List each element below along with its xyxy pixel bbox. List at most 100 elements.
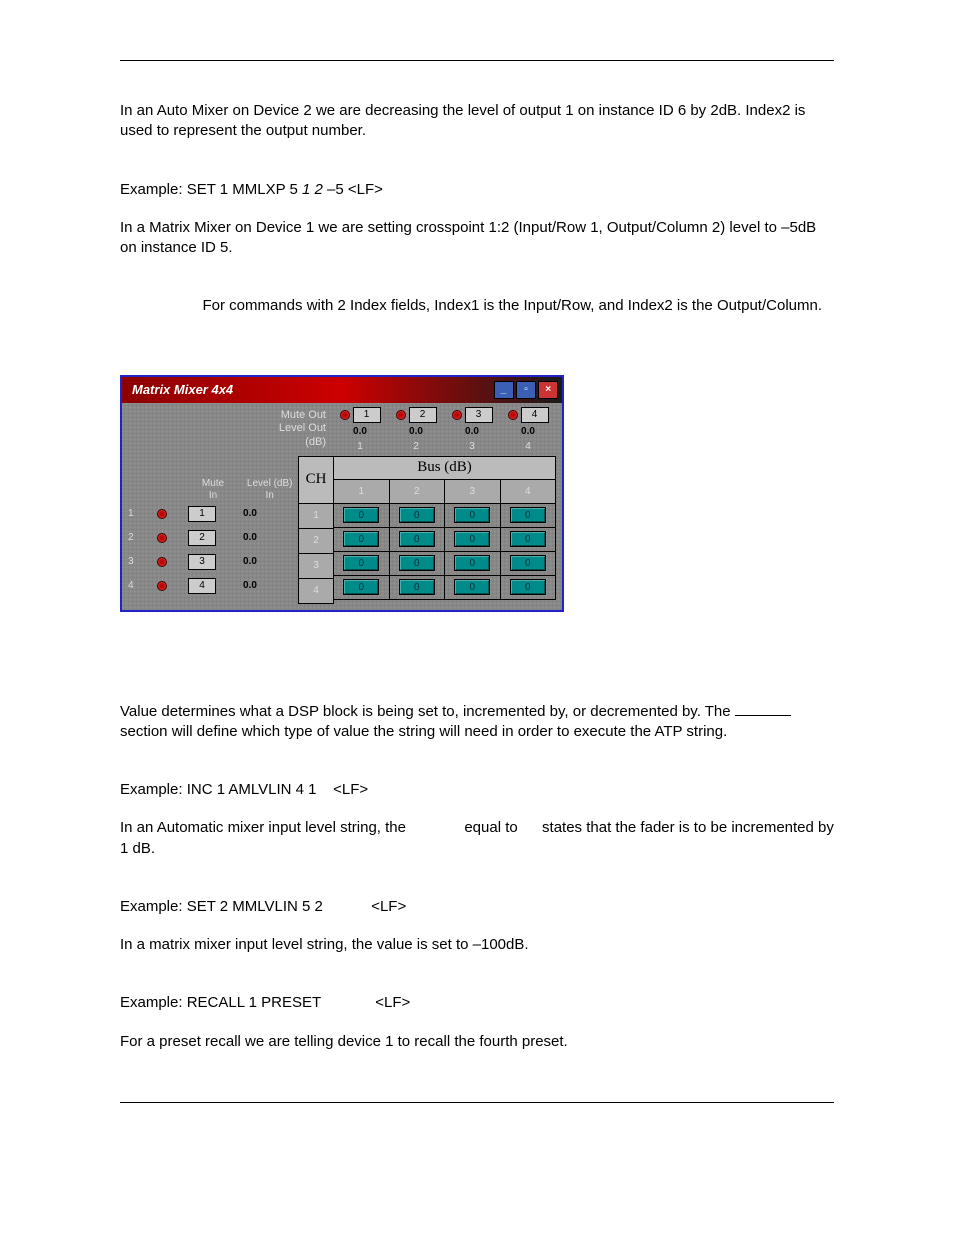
crosspoint[interactable]: 0 bbox=[399, 555, 435, 571]
crosspoint[interactable]: 0 bbox=[510, 579, 546, 595]
crosspoint[interactable]: 0 bbox=[343, 531, 379, 547]
row-number: 4 bbox=[128, 580, 142, 591]
paragraph: In an Automatic mixer input level string… bbox=[120, 818, 834, 859]
in-num: 3 bbox=[188, 554, 216, 570]
example-line: Example: SET 1 MMLXP 5 1 2 –5 <LF> bbox=[120, 180, 834, 200]
top-rule bbox=[120, 60, 834, 61]
crosspoint[interactable]: 0 bbox=[510, 555, 546, 571]
out-num: 2 bbox=[409, 407, 437, 423]
example-prefix: Example: SET 2 MMLVLIN 5 2 bbox=[120, 898, 327, 915]
crosspoint[interactable]: 0 bbox=[454, 555, 490, 571]
ch-cell: 4 bbox=[298, 579, 334, 604]
input-section: Mute In Level (dB) In 110.0220.0330.0440… bbox=[128, 456, 298, 604]
crosspoint[interactable]: 0 bbox=[343, 507, 379, 523]
ch-cell: 3 bbox=[298, 554, 334, 579]
led-icon bbox=[508, 410, 518, 420]
mixer-body: Mute Out Level Out (dB) 1 2 3 4 0.0 0.0 … bbox=[122, 403, 562, 610]
crosspoint[interactable]: 0 bbox=[399, 507, 435, 523]
row-number: 2 bbox=[128, 532, 142, 543]
bus-cell: 0 bbox=[501, 528, 557, 552]
bus-cell: 0 bbox=[390, 576, 446, 600]
window-titlebar[interactable]: Matrix Mixer 4x4 _ ▫ × bbox=[122, 377, 562, 403]
in-num: 4 bbox=[188, 578, 216, 594]
crosspoint[interactable]: 0 bbox=[510, 507, 546, 523]
level-in[interactable]: 0.0 bbox=[222, 531, 278, 545]
link-blank[interactable] bbox=[735, 715, 791, 716]
crosspoint[interactable]: 0 bbox=[510, 531, 546, 547]
example-suffix: <LF> bbox=[367, 898, 406, 915]
level-out-value[interactable]: 0.0 bbox=[513, 425, 543, 439]
crosspoint[interactable]: 0 bbox=[399, 579, 435, 595]
label-level-out-db: (dB) bbox=[128, 436, 326, 450]
level-out-value[interactable]: 0.0 bbox=[345, 425, 375, 439]
paragraph: For a preset recall we are telling devic… bbox=[120, 1032, 834, 1052]
mixer-grid: Mute In Level (dB) In 110.0220.0330.0440… bbox=[122, 456, 562, 610]
mute-in[interactable] bbox=[142, 581, 182, 591]
mute-in[interactable] bbox=[142, 557, 182, 567]
mute-out-2[interactable]: 2 bbox=[396, 407, 437, 423]
mute-in-num[interactable]: 4 bbox=[182, 578, 222, 594]
bus-cell: 0 bbox=[445, 552, 501, 576]
mute-out-row: 1 2 3 4 bbox=[332, 407, 556, 423]
mute-in-num[interactable]: 2 bbox=[182, 530, 222, 546]
label-mute-out: Mute Out bbox=[128, 409, 326, 423]
out-idx: 1 bbox=[357, 441, 363, 452]
bus-cell: 0 bbox=[334, 552, 390, 576]
maximize-button[interactable]: ▫ bbox=[516, 381, 536, 399]
label-level-in: Level (dB) In bbox=[241, 478, 298, 502]
input-row: 440.0 bbox=[128, 574, 298, 598]
window-title: Matrix Mixer 4x4 bbox=[126, 382, 492, 397]
level-in[interactable]: 0.0 bbox=[222, 507, 278, 521]
mute-in[interactable] bbox=[142, 533, 182, 543]
crosspoint[interactable]: 0 bbox=[454, 579, 490, 595]
row-number: 1 bbox=[128, 508, 142, 519]
crosspoint[interactable]: 0 bbox=[454, 507, 490, 523]
crosspoint[interactable]: 0 bbox=[454, 531, 490, 547]
crosspoint[interactable]: 0 bbox=[399, 531, 435, 547]
in-num: 1 bbox=[188, 506, 216, 522]
level-in-value: 0.0 bbox=[235, 579, 265, 593]
level-in[interactable]: 0.0 bbox=[222, 579, 278, 593]
input-row: 220.0 bbox=[128, 526, 298, 550]
mute-out-4[interactable]: 4 bbox=[508, 407, 549, 423]
bus-cell: 0 bbox=[334, 528, 390, 552]
mute-in-num[interactable]: 3 bbox=[182, 554, 222, 570]
bus-cell: 0 bbox=[501, 576, 557, 600]
mute-out-1[interactable]: 1 bbox=[340, 407, 381, 423]
top-labels: Mute Out Level Out (dB) bbox=[128, 407, 332, 454]
level-out-value[interactable]: 0.0 bbox=[457, 425, 487, 439]
led-icon bbox=[157, 509, 167, 519]
close-button[interactable]: × bbox=[538, 381, 558, 399]
bus-col: 4 bbox=[501, 480, 557, 504]
bus-cell: 0 bbox=[390, 504, 446, 528]
bus-cell: 0 bbox=[445, 528, 501, 552]
text: section will define which type of value … bbox=[120, 723, 727, 740]
crosspoint[interactable]: 0 bbox=[343, 579, 379, 595]
bus-cell: 0 bbox=[390, 528, 446, 552]
note-body: For commands with 2 Index fields, Index1… bbox=[203, 297, 823, 314]
bus-row: 0 0 0 0 bbox=[334, 504, 556, 528]
minimize-button[interactable]: _ bbox=[494, 381, 514, 399]
bus-col: 3 bbox=[445, 480, 501, 504]
paragraph: Value determines what a DSP block is bei… bbox=[120, 702, 834, 743]
example-suffix: <LF> bbox=[329, 781, 368, 798]
example-index: 1 2 bbox=[302, 181, 323, 198]
mute-out-3[interactable]: 3 bbox=[452, 407, 493, 423]
example-line: Example: INC 1 AMLVLIN 4 1 1 <LF> bbox=[120, 780, 834, 800]
led-icon bbox=[157, 557, 167, 567]
level-in[interactable]: 0.0 bbox=[222, 555, 278, 569]
example-prefix: Example: RECALL 1 PRESET bbox=[120, 994, 325, 1011]
input-row: 330.0 bbox=[128, 550, 298, 574]
bus-subheader: 1 2 3 4 bbox=[334, 480, 556, 504]
crosspoint[interactable]: 0 bbox=[343, 555, 379, 571]
paragraph: In a matrix mixer input level string, th… bbox=[120, 935, 834, 955]
mute-in-num[interactable]: 1 bbox=[182, 506, 222, 522]
level-in-value: 0.0 bbox=[235, 531, 265, 545]
mute-in[interactable] bbox=[142, 509, 182, 519]
out-idx: 3 bbox=[469, 441, 475, 452]
paragraph: In a Matrix Mixer on Device 1 we are set… bbox=[120, 218, 834, 259]
row-number: 3 bbox=[128, 556, 142, 567]
level-out-value[interactable]: 0.0 bbox=[401, 425, 431, 439]
bus-cell: 0 bbox=[445, 504, 501, 528]
out-idx: 2 bbox=[413, 441, 419, 452]
